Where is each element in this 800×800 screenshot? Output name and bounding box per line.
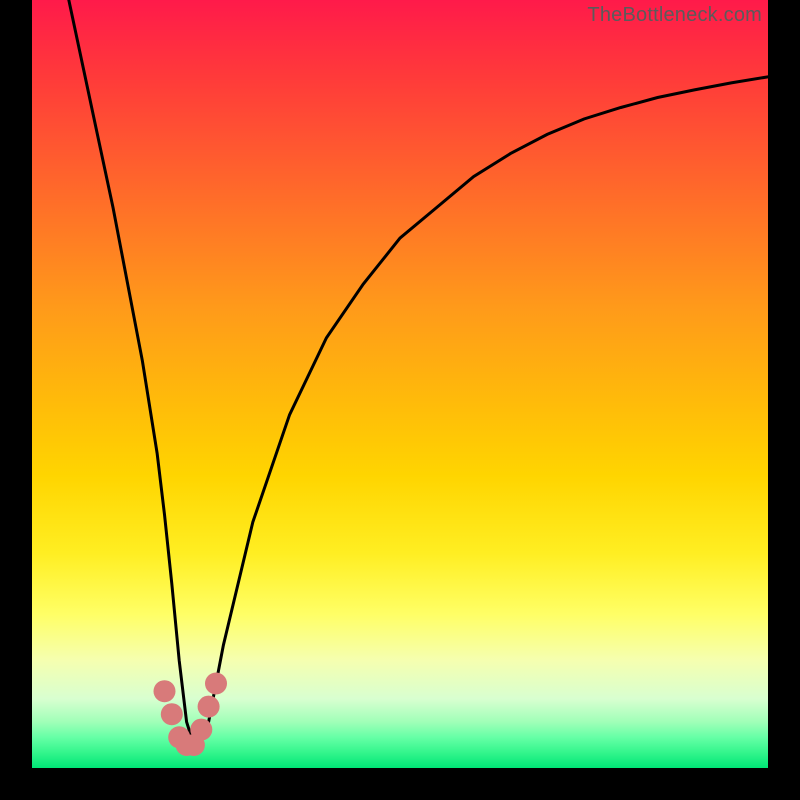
markers-svg: [32, 0, 768, 768]
watermark-text: TheBottleneck.com: [587, 4, 762, 27]
marker-group: [154, 673, 228, 757]
data-marker: [190, 719, 212, 741]
data-marker: [161, 703, 183, 725]
data-marker: [205, 673, 227, 695]
data-marker: [198, 696, 220, 718]
data-marker: [154, 680, 176, 702]
